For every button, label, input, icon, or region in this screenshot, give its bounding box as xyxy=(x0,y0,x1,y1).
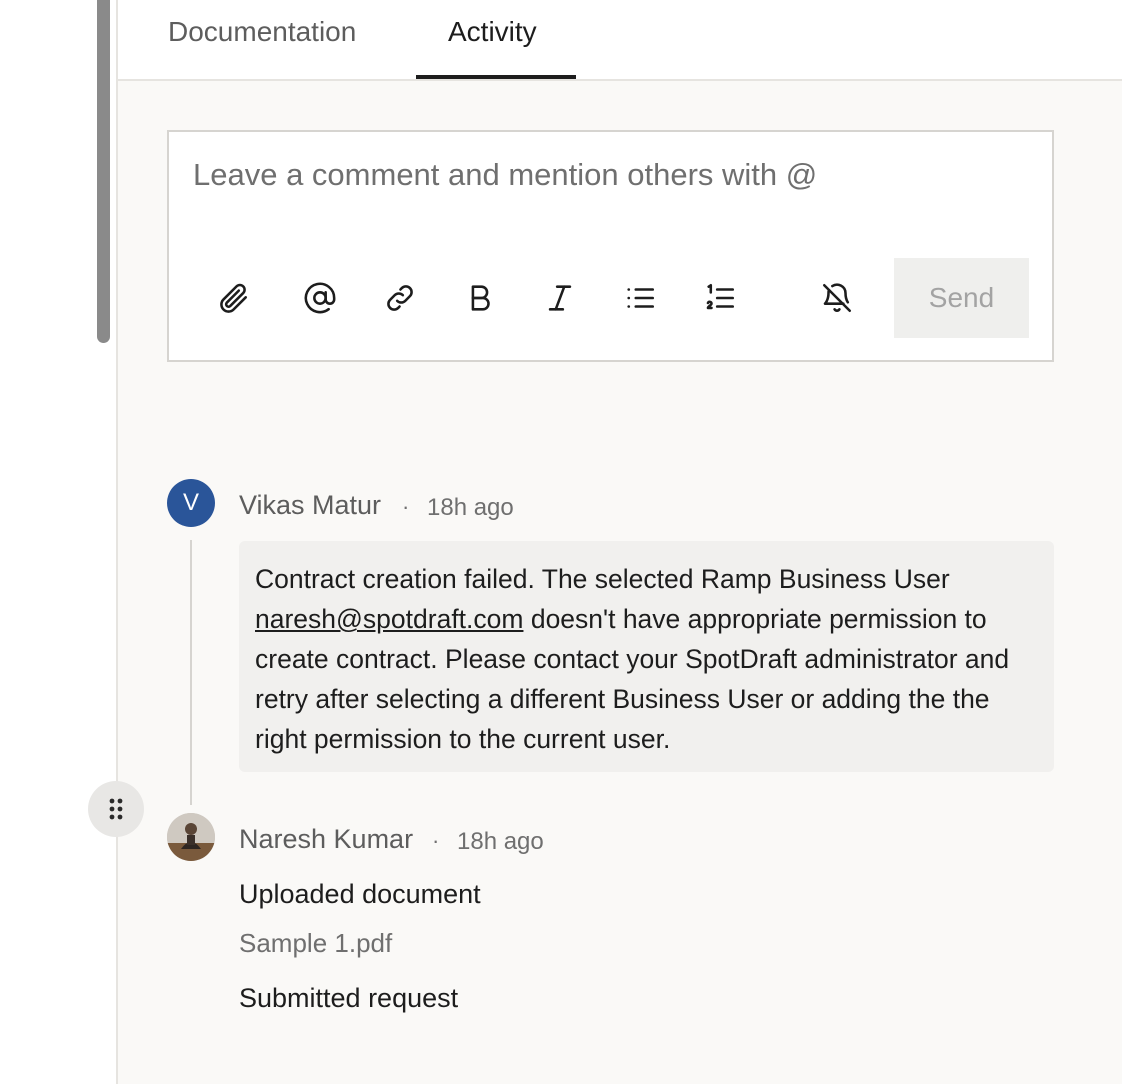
user-photo-icon xyxy=(167,813,215,861)
send-button[interactable]: Send xyxy=(894,258,1029,338)
author-name: Naresh Kumar xyxy=(239,824,414,854)
activity-event: Submitted request xyxy=(239,983,459,1013)
avatar-initial: V xyxy=(182,489,199,516)
timestamp: 18h ago xyxy=(457,828,544,855)
left-gutter xyxy=(0,0,116,1084)
thread-connector xyxy=(190,540,192,805)
activity-panel: Documentation Activity Send xyxy=(116,0,1122,1084)
scrollbar-thumb[interactable] xyxy=(97,0,110,343)
comment-body: Contract creation failed. The selected R… xyxy=(239,541,1054,772)
avatar: V xyxy=(167,479,215,527)
active-tab-indicator xyxy=(416,75,576,79)
avatar xyxy=(167,813,215,861)
comment-text-before: Contract creation failed. The selected R… xyxy=(255,564,950,594)
separator-dot: · xyxy=(402,494,410,519)
separator-dot: · xyxy=(432,828,440,853)
attachment-icon[interactable] xyxy=(213,278,253,318)
mention-icon[interactable] xyxy=(300,278,340,318)
author-name: Vikas Matur xyxy=(239,490,382,520)
comment-composer: Send xyxy=(167,130,1054,362)
tab-documentation[interactable]: Documentation xyxy=(168,16,356,48)
numbered-list-icon[interactable] xyxy=(700,278,740,318)
tab-activity[interactable]: Activity xyxy=(448,16,537,48)
link-icon[interactable] xyxy=(380,278,420,318)
email-link[interactable]: naresh@spotdraft.com xyxy=(255,604,523,634)
activity-event: Uploaded document xyxy=(239,879,481,909)
italic-icon[interactable] xyxy=(540,278,580,318)
timestamp: 18h ago xyxy=(427,494,514,521)
tab-bar: Documentation Activity xyxy=(118,0,1122,81)
notifications-off-icon[interactable] xyxy=(817,278,857,318)
bold-icon[interactable] xyxy=(460,278,500,318)
bullet-list-icon[interactable] xyxy=(620,278,660,318)
document-link[interactable]: Sample 1.pdf xyxy=(239,928,392,959)
drag-handle-icon[interactable] xyxy=(88,781,144,837)
comment-input[interactable] xyxy=(193,150,1013,200)
